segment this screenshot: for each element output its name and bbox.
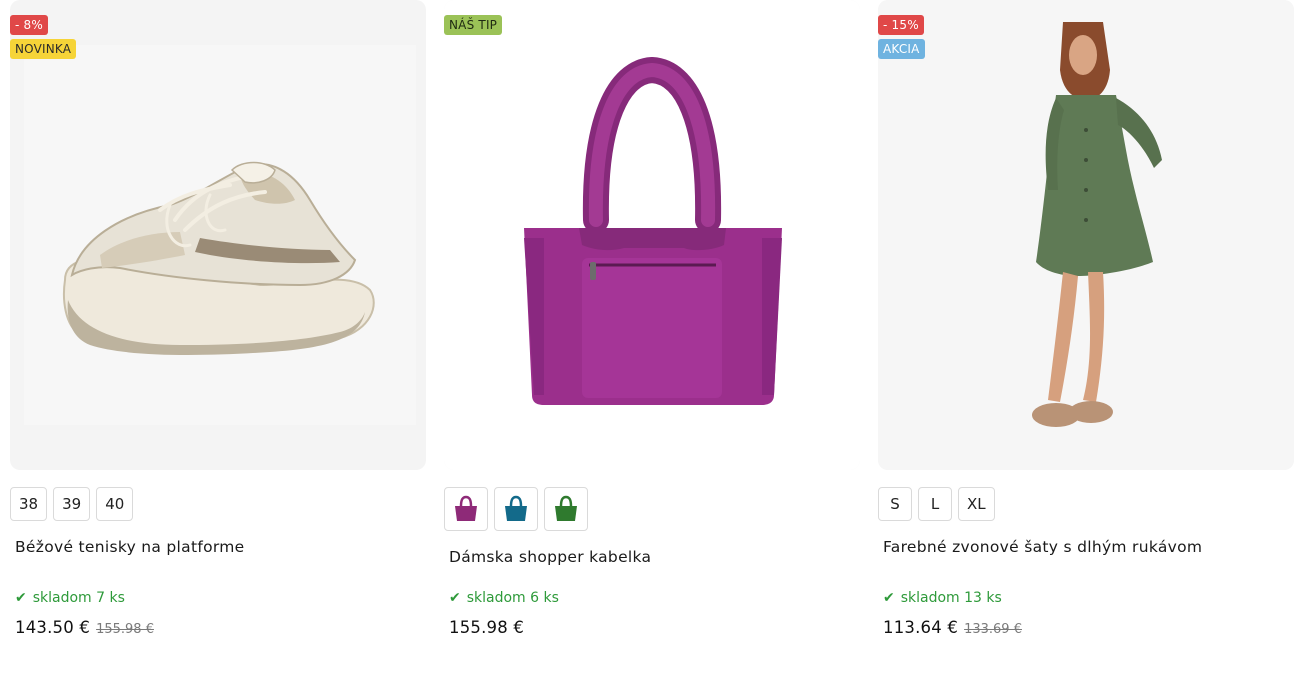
size-option[interactable]: 40 — [96, 487, 134, 521]
stock-text: skladom 13 ks — [900, 590, 1002, 606]
product-card[interactable]: NÁŠ TIP Dámska shopper kabelka ✔ skladom… — [444, 0, 860, 675]
discount-badge: - 8% — [10, 15, 48, 35]
product-card[interactable]: - 8% NOVINKA 38 39 40 Béžové tenisky na … — [10, 0, 426, 675]
price: 113.64 € — [883, 618, 959, 637]
price-row: 113.64 € 133.69 € — [883, 618, 1022, 637]
sale-badge: AKCIA — [878, 39, 925, 59]
badge-group: NÁŠ TIP — [444, 15, 503, 35]
product-title[interactable]: Béžové tenisky na platforme — [15, 538, 245, 556]
color-swatch-purple[interactable] — [444, 487, 488, 531]
new-badge: NOVINKA — [10, 39, 77, 59]
size-option[interactable]: 39 — [53, 487, 91, 521]
size-options: 38 39 40 — [10, 487, 134, 521]
badge-group: - 15% AKCIA — [878, 15, 925, 59]
old-price: 155.98 € — [96, 622, 154, 637]
stock-status: ✔ skladom 13 ks — [883, 590, 1002, 606]
size-option[interactable]: S — [878, 487, 912, 521]
product-image-sneaker[interactable] — [10, 0, 426, 470]
price-row: 155.98 € — [449, 618, 524, 637]
size-option[interactable]: XL — [958, 487, 995, 521]
badge-group: - 8% NOVINKA — [10, 15, 77, 59]
bag-icon — [455, 495, 477, 521]
product-title[interactable]: Farebné zvonové šaty s dlhým rukávom — [883, 538, 1202, 556]
check-icon: ✔ — [449, 590, 461, 606]
bag-icon — [555, 495, 577, 521]
price-row: 143.50 € 155.98 € — [15, 618, 154, 637]
price: 143.50 € — [15, 618, 91, 637]
product-card[interactable]: - 15% AKCIA S L XL Farebné zvonové šaty … — [878, 0, 1294, 675]
product-image-dress[interactable] — [878, 0, 1294, 470]
check-icon: ✔ — [883, 590, 895, 606]
size-options: S L XL — [878, 487, 995, 521]
product-image-bag[interactable] — [444, 0, 860, 470]
bag-icon — [505, 495, 527, 521]
discount-badge: - 15% — [878, 15, 924, 35]
size-option[interactable]: 38 — [10, 487, 48, 521]
tip-badge: NÁŠ TIP — [444, 15, 503, 35]
color-swatch-green[interactable] — [544, 487, 588, 531]
stock-status: ✔ skladom 6 ks — [449, 590, 559, 606]
stock-text: skladom 6 ks — [466, 590, 559, 606]
size-option[interactable]: L — [918, 487, 952, 521]
product-title[interactable]: Dámska shopper kabelka — [449, 548, 651, 566]
old-price: 133.69 € — [964, 622, 1022, 637]
price: 155.98 € — [449, 618, 525, 637]
check-icon: ✔ — [15, 590, 27, 606]
color-options — [444, 487, 588, 531]
stock-status: ✔ skladom 7 ks — [15, 590, 125, 606]
color-swatch-teal[interactable] — [494, 487, 538, 531]
stock-text: skladom 7 ks — [32, 590, 125, 606]
